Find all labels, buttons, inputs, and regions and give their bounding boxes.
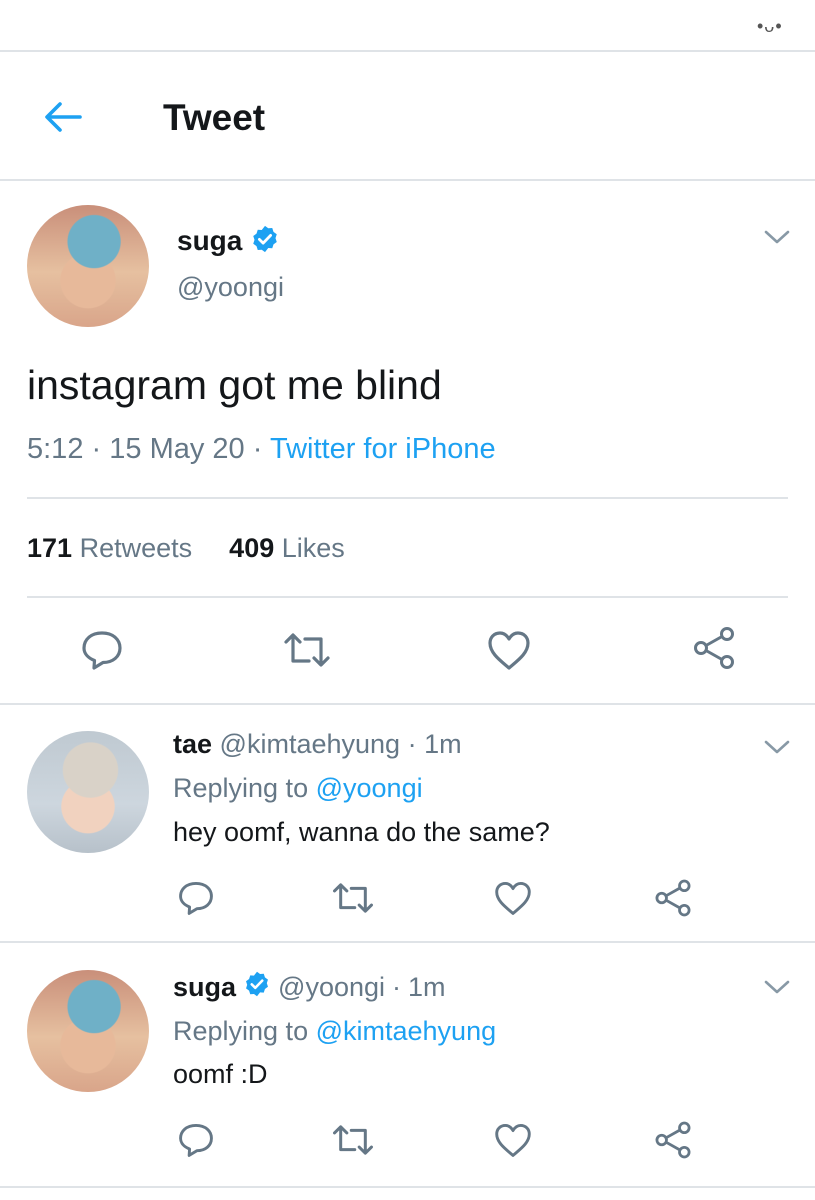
- display-name[interactable]: suga: [177, 225, 242, 257]
- more-options-chevron-down-icon[interactable]: [763, 738, 791, 756]
- reply-text: hey oomf, wanna do the same?: [173, 817, 550, 847]
- retweet-icon[interactable]: [282, 628, 332, 672]
- retweets-label: Retweets: [79, 533, 193, 563]
- more-options-chevron-down-icon[interactable]: [763, 228, 791, 246]
- avatar[interactable]: [27, 970, 149, 1092]
- tweet-date: 15 May 20: [109, 433, 245, 465]
- tweet-text: instagram got me blind: [27, 362, 442, 408]
- verified-badge-icon: [243, 970, 271, 1005]
- tweet-source-link[interactable]: Twitter for iPhone: [270, 433, 496, 465]
- status-bar-glyph: •ᴗ•: [757, 16, 783, 36]
- handle[interactable]: @yoongi: [278, 972, 385, 1003]
- like-heart-icon[interactable]: [484, 628, 534, 672]
- display-name[interactable]: tae: [173, 729, 212, 759]
- retweets-stat[interactable]: 171 Retweets: [27, 533, 192, 563]
- handle[interactable]: @yoongi: [177, 272, 284, 303]
- likes-count: 409: [229, 533, 275, 563]
- like-heart-icon[interactable]: [488, 876, 538, 920]
- meta-separator: ·: [392, 971, 402, 1002]
- likes-label: Likes: [281, 533, 345, 563]
- bottom-divider: [0, 1186, 815, 1188]
- replying-label: Replying to: [173, 773, 309, 803]
- more-options-chevron-down-icon[interactable]: [763, 978, 791, 996]
- replying-to-link[interactable]: @yoongi: [316, 773, 423, 803]
- reply-text: oomf :D: [173, 1059, 268, 1089]
- avatar[interactable]: [27, 731, 149, 853]
- display-name[interactable]: suga: [173, 972, 236, 1003]
- replying-label: Replying to: [173, 1016, 309, 1046]
- tweet-stats: 171 Retweets 409 Likes: [27, 533, 345, 564]
- tweet-time: 5:12: [27, 433, 84, 465]
- reply-time: 1m: [424, 729, 462, 759]
- verified-badge-icon: [250, 224, 280, 259]
- meta-separator: ·: [407, 729, 417, 759]
- page-title: Tweet: [163, 97, 266, 138]
- tweet-divider: [0, 703, 815, 705]
- reply-divider: [0, 941, 815, 943]
- reply-header: suga @yoongi · 1m: [173, 970, 446, 1004]
- share-icon[interactable]: [689, 626, 739, 670]
- reply-header: tae @kimtaehyung · 1m: [173, 729, 462, 760]
- meta-separator: ·: [91, 433, 102, 465]
- back-arrow-icon[interactable]: [40, 97, 86, 137]
- meta-separator: ·: [252, 433, 263, 465]
- retweet-icon[interactable]: [328, 1118, 378, 1162]
- replying-to: Replying to @kimtaehyung: [173, 1016, 496, 1047]
- header-divider: [0, 179, 815, 181]
- meta-divider: [27, 497, 788, 499]
- reply-icon[interactable]: [171, 876, 221, 920]
- replying-to: Replying to @yoongi: [173, 773, 423, 804]
- share-icon[interactable]: [648, 876, 698, 920]
- retweets-count: 171: [27, 533, 73, 563]
- tweet-meta: 5:12 · 15 May 20 · Twitter for iPhone: [27, 433, 496, 466]
- retweet-icon[interactable]: [328, 876, 378, 920]
- replying-to-link[interactable]: @kimtaehyung: [316, 1016, 497, 1046]
- reply-icon[interactable]: [171, 1118, 221, 1162]
- avatar[interactable]: [27, 205, 149, 327]
- likes-stat[interactable]: 409 Likes: [229, 533, 345, 563]
- reply-icon[interactable]: [77, 628, 127, 672]
- stats-divider: [27, 596, 788, 598]
- handle[interactable]: @kimtaehyung: [220, 729, 401, 759]
- reply-time: 1m: [408, 971, 446, 1002]
- share-icon[interactable]: [648, 1118, 698, 1162]
- status-divider: [0, 50, 815, 52]
- like-heart-icon[interactable]: [488, 1118, 538, 1162]
